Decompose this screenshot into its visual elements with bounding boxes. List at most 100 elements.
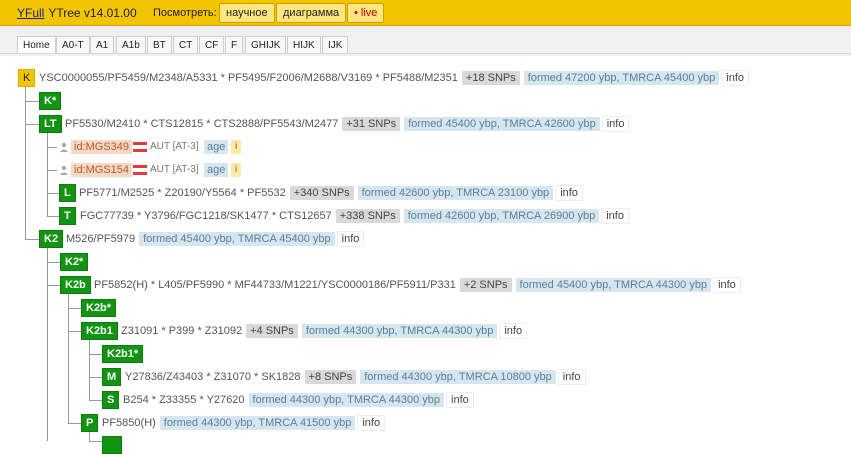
s-formed: formed 44300 ybp, TMRCA 44300 ybp xyxy=(248,393,445,407)
l-info-link[interactable]: info xyxy=(555,185,583,201)
haplogroup-m[interactable]: M xyxy=(102,368,122,386)
tree-line xyxy=(25,101,40,102)
k2b-info-link[interactable]: info xyxy=(713,277,741,293)
t-snp-count[interactable]: +338 SNPs xyxy=(335,209,400,223)
t-formed: formed 42600 ybp, TMRCA 26900 ybp xyxy=(403,209,600,223)
sample-country: AUT [AT-3] xyxy=(150,141,199,152)
tab-cf[interactable]: CF xyxy=(199,36,225,54)
tree-line xyxy=(47,170,57,171)
tree-line xyxy=(47,285,60,286)
tab-hijk[interactable]: HIJK xyxy=(287,36,321,54)
tree-line xyxy=(47,132,48,216)
lt-snp-count[interactable]: +31 SNPs xyxy=(342,117,401,131)
haplogroup-k-star[interactable]: K* xyxy=(39,92,62,110)
s-info-link[interactable]: info xyxy=(446,392,474,408)
k2b1-snps: Z31091 * P399 * Z31092 xyxy=(121,325,243,337)
tree-line xyxy=(89,431,90,441)
tree-line xyxy=(68,293,69,423)
k2-info-link[interactable]: info xyxy=(336,231,365,247)
haplogroup-k[interactable]: K xyxy=(18,69,36,87)
haplogroup-k2-star[interactable]: K2* xyxy=(60,253,89,271)
k2b1-info-link[interactable]: info xyxy=(499,323,528,339)
k2b-snp-count[interactable]: +2 SNPs xyxy=(459,278,512,292)
austria-flag-icon xyxy=(133,165,147,175)
m-snps: Y27836/Z43403 * Z31070 * SK1828 xyxy=(125,371,301,383)
k2b1-formed: formed 44300 ybp, TMRCA 44300 ybp xyxy=(301,324,498,338)
haplogroup-l[interactable]: L xyxy=(59,184,76,202)
tree-line xyxy=(25,124,40,125)
tree-line xyxy=(47,262,60,263)
sample-info-icon[interactable]: i xyxy=(231,163,242,177)
k-snps: YSC0000055/PF5459/M2348/A5331 * PF5495/F… xyxy=(39,72,458,84)
haplogroup-k2b1-details: Z31091 * P399 * Z31092 +4 SNPs formed 4430… xyxy=(121,322,528,340)
view-scientific-button[interactable]: научное xyxy=(219,3,275,23)
m-formed: formed 44300 ybp, TMRCA 10800 ybp xyxy=(360,370,556,384)
haplogroup-p[interactable]: P xyxy=(81,414,99,432)
tab-ghijk[interactable]: GHIJK xyxy=(245,36,287,54)
tab-a0-t[interactable]: A0-T xyxy=(56,36,90,54)
haplogroup-k2b-details: PF5852(H) * L405/PF5990 * MF44733/M1221/… xyxy=(94,276,741,294)
tree-line xyxy=(89,400,102,401)
p-snps: PF5850(H) xyxy=(102,417,156,429)
tab-ijk[interactable]: IJK xyxy=(322,36,349,54)
l-snp-count[interactable]: +340 SNPs xyxy=(289,186,354,200)
tab-bar: Home A0-T A1 A1b BT CT CF F GHIJK HIJK I… xyxy=(0,26,851,56)
haplogroup-k2b[interactable]: K2b xyxy=(60,276,91,294)
tree-line xyxy=(25,239,40,240)
haplogroup-p-details: PF5850(H) formed 44300 ybp, TMRCA 41500 y… xyxy=(102,414,386,432)
tree-line xyxy=(89,441,102,442)
k2-formed: formed 45400 ybp, TMRCA 45400 ybp xyxy=(139,232,335,246)
tree-line xyxy=(68,308,81,309)
tab-f[interactable]: F xyxy=(225,36,244,54)
p-formed: formed 44300 ybp, TMRCA 41500 ybp xyxy=(159,416,356,430)
lt-formed: formed 45400 ybp, TMRCA 42600 ybp xyxy=(404,117,600,131)
k2b-formed: formed 45400 ybp, TMRCA 44300 ybp xyxy=(515,278,712,292)
lt-info-link[interactable]: info xyxy=(601,116,630,132)
view-live-button[interactable]: • live xyxy=(347,3,385,23)
haplogroup-t-details: FGC77739 * Y3796/FGC1218/SK1477 * CTS126… xyxy=(80,207,629,225)
l-formed: formed 42600 ybp, TMRCA 23100 ybp xyxy=(357,186,554,200)
k-info-link[interactable]: info xyxy=(721,70,750,86)
austria-flag-icon xyxy=(133,142,147,152)
t-info-link[interactable]: info xyxy=(601,208,629,224)
view-label: Посмотреть: xyxy=(153,7,217,19)
sample-age: age xyxy=(204,163,229,177)
tab-home[interactable]: Home xyxy=(17,36,56,54)
tree-line xyxy=(89,339,90,400)
haplogroup-k2[interactable]: K2 xyxy=(39,230,64,248)
yfull-link[interactable]: YFull xyxy=(17,6,44,20)
sample-info-icon[interactable]: i xyxy=(231,140,242,154)
k2b1-snp-count[interactable]: +4 SNPs xyxy=(246,324,298,338)
sample-id-link[interactable]: id:MGS349 xyxy=(71,140,133,154)
haplogroup-k2b1-star[interactable]: K2b1* xyxy=(102,345,144,363)
tree-line xyxy=(47,193,59,194)
tree-line xyxy=(68,331,81,332)
top-bar: YFull YTree v14.01.00 Посмотреть: научное… xyxy=(0,0,851,26)
k-snp-count[interactable]: +18 SNPs xyxy=(461,71,520,85)
tab-bt[interactable]: BT xyxy=(147,36,172,54)
ytree-version: YTree v14.01.00 xyxy=(48,6,137,20)
tab-a1b[interactable]: A1b xyxy=(116,36,146,54)
haplogroup-k2-details: M526/PF5979 formed 45400 ybp, TMRCA 45400… xyxy=(66,230,365,248)
haplogroup-k2b-star[interactable]: K2b* xyxy=(81,299,117,317)
p-info-link[interactable]: info xyxy=(357,415,386,431)
tree-line xyxy=(47,147,57,148)
haplogroup-k2b1[interactable]: K2b1 xyxy=(81,322,118,340)
tab-a1[interactable]: A1 xyxy=(90,36,115,54)
lt-snps: PF5530/M2410 * CTS12815 * CTS2888/PF5543… xyxy=(65,118,339,130)
person-icon xyxy=(60,142,68,152)
haplogroup-lt-details: PF5530/M2410 * CTS12815 * CTS2888/PF5543… xyxy=(65,115,630,133)
haplogroup-child-partial[interactable] xyxy=(102,436,122,454)
l-snps: PF5771/M2525 * Z20190/Y5564 * PF5532 xyxy=(79,187,286,199)
haplogroup-k-details: YSC0000055/PF5459/M2348/A5331 * PF5495/F… xyxy=(39,69,750,87)
view-diagram-button[interactable]: диаграмма xyxy=(276,3,347,23)
tab-ct[interactable]: CT xyxy=(173,36,199,54)
haplogroup-t[interactable]: T xyxy=(59,207,76,225)
m-info-link[interactable]: info xyxy=(557,369,586,385)
haplogroup-s[interactable]: S xyxy=(102,391,120,409)
haplogroup-lt[interactable]: LT xyxy=(39,115,62,133)
sample-id-link[interactable]: id:MGS154 xyxy=(71,163,133,177)
sample-age: age xyxy=(204,140,229,154)
tree-line xyxy=(89,354,102,355)
m-snp-count[interactable]: +8 SNPs xyxy=(304,370,357,384)
